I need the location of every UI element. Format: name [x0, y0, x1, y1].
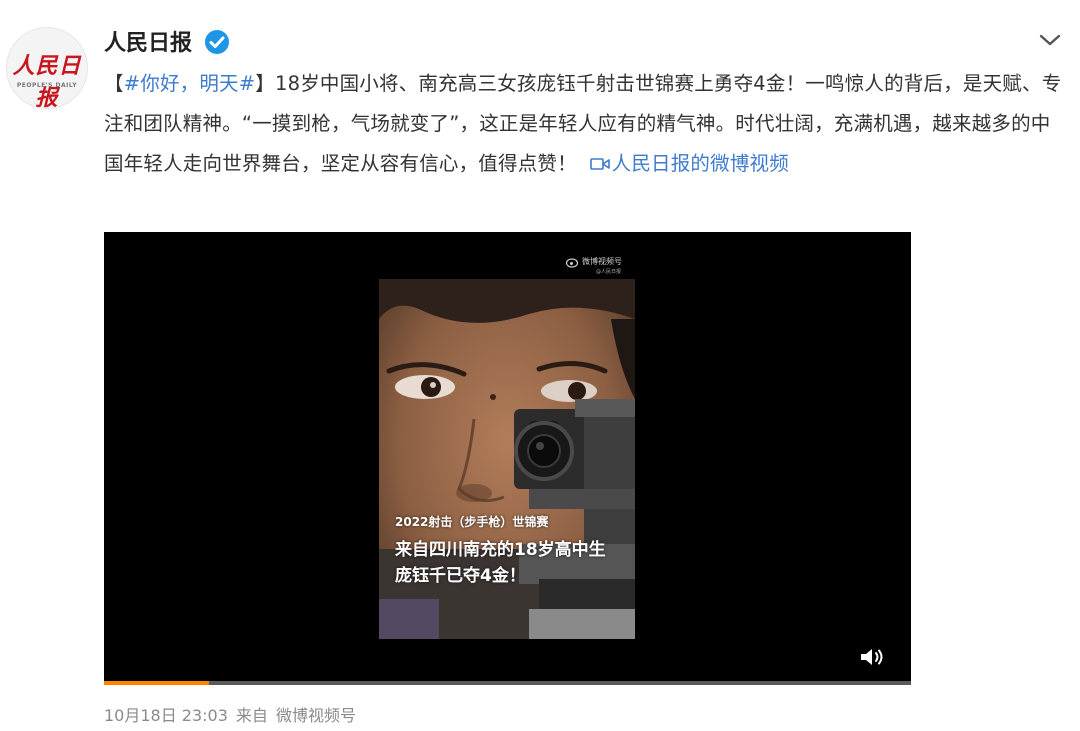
video-progress-bar[interactable] — [104, 681, 911, 685]
video-link[interactable]: 人民日报的微博视频 — [589, 152, 789, 175]
avatar-logo-text: 人民日报 — [12, 53, 82, 109]
verified-badge-icon — [205, 30, 229, 54]
video-link-icon — [589, 158, 610, 170]
watermark-title: 微博视频号 — [582, 257, 622, 266]
video-caption-line1: 2022射击（步手枪）世锦赛 — [395, 515, 549, 529]
post-source[interactable]: 微博视频号 — [276, 706, 356, 725]
post-time[interactable]: 10月18日 23:03 — [104, 706, 228, 725]
hashtag-link[interactable]: #你好，明天# — [124, 72, 256, 95]
watermark-subtitle: @人民日报 — [596, 269, 622, 275]
video-link-text: 人民日报的微博视频 — [611, 152, 789, 175]
video-caption-line3: 庞钰千已夺4金！ — [395, 566, 526, 586]
volume-icon[interactable] — [858, 646, 886, 668]
avatar[interactable]: 人民日报 PEOPLE'S DAILY — [6, 27, 88, 109]
video-frame: 2022射击（步手枪）世锦赛 来自四川南充的18岁高中生 庞钰千已夺4金！ — [379, 279, 635, 639]
bracket-close: 】 — [255, 72, 275, 95]
weibo-logo-icon — [566, 258, 579, 268]
from-label: 来自 — [235, 706, 268, 725]
chevron-down-icon[interactable] — [1036, 30, 1064, 50]
avatar-logo-subtitle: PEOPLE'S DAILY — [16, 82, 78, 89]
bracket-open: 【 — [104, 72, 124, 95]
post-meta: 10月18日 23:03 来自 微博视频号 — [104, 702, 364, 726]
author-name[interactable]: 人民日报 — [104, 25, 192, 57]
post-text: 【#你好，明天#】18岁中国小将、南充高三女孩庞钰千射击世锦赛上勇夺4金！一鸣惊… — [104, 64, 1066, 184]
video-caption-line2: 来自四川南充的18岁高中生 — [395, 540, 606, 560]
video-player[interactable]: 微博视频号 @人民日报 2022射击（步手枪）世锦赛 来自四川南充的18岁高中生… — [104, 232, 911, 685]
video-progress-fill — [104, 681, 209, 685]
